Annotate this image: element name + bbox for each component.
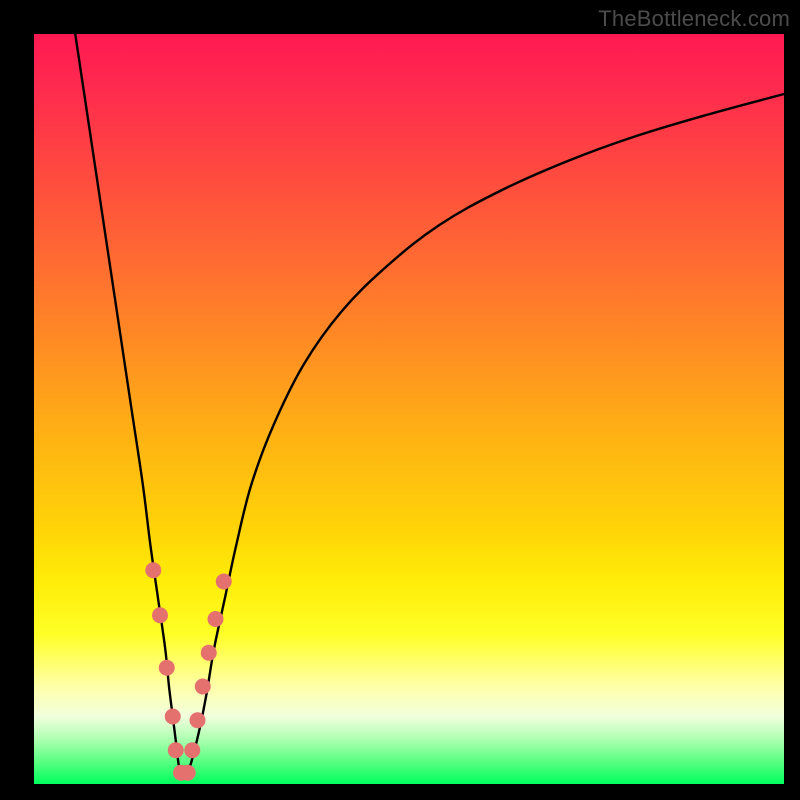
marker-dot: [195, 679, 211, 695]
marker-dot: [145, 562, 161, 578]
marker-dot: [159, 660, 175, 676]
chart-frame: TheBottleneck.com: [0, 0, 800, 800]
marker-dot: [208, 611, 224, 627]
watermark-text: TheBottleneck.com: [598, 6, 790, 32]
curve-right-branch: [187, 94, 784, 774]
marker-dot: [152, 607, 168, 623]
marker-dot: [168, 742, 184, 758]
plot-area: [34, 34, 784, 784]
curve-layer: [75, 34, 784, 778]
marker-dot: [184, 742, 200, 758]
marker-dot: [180, 765, 196, 781]
marker-dot: [190, 712, 206, 728]
marker-dot: [216, 574, 232, 590]
chart-svg: [34, 34, 784, 784]
marker-dot: [165, 709, 181, 725]
marker-dot: [201, 645, 217, 661]
